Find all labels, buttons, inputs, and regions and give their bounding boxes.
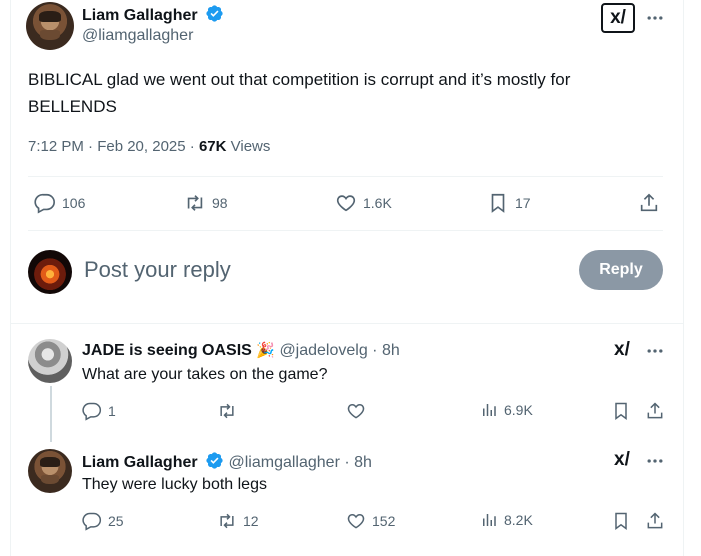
like-count: 152 <box>372 513 396 529</box>
emoji: 🎉 <box>256 342 275 359</box>
share-icon <box>640 193 658 212</box>
repost-icon <box>220 403 234 419</box>
reply-count: 106 <box>62 195 86 211</box>
reply-action[interactable]: 106 <box>34 192 85 214</box>
repost-count: 12 <box>243 513 259 529</box>
reply-author-handle[interactable]: @liamgallagher <box>229 454 340 471</box>
more-options-icon[interactable] <box>645 341 665 366</box>
current-user-avatar[interactable] <box>28 250 72 294</box>
reply-button[interactable]: Reply <box>579 250 663 290</box>
repost-icon <box>220 513 234 529</box>
reply-count: 1 <box>108 403 116 419</box>
heart-icon <box>347 403 365 419</box>
repost-action[interactable]: 98 <box>184 192 228 214</box>
tweet-text-line1: BIBLICAL glad we went out that competiti… <box>28 70 571 89</box>
views-label: Views <box>226 138 271 155</box>
reply-header: Liam Gallagher @liamgallagher · 8h <box>82 451 372 472</box>
column-left-border <box>10 0 11 556</box>
verified-badge-icon <box>206 5 223 22</box>
share-action[interactable] <box>645 401 665 426</box>
author-name-row: Liam Gallagher <box>82 4 224 25</box>
more-options-icon[interactable] <box>645 8 665 28</box>
views-count: 8.2K <box>504 512 533 528</box>
bookmark-icon <box>615 512 627 530</box>
like-action[interactable]: 152 <box>346 511 395 531</box>
share-icon <box>647 402 663 419</box>
views-count: 6.9K <box>504 402 533 418</box>
author-name[interactable]: Liam Gallagher <box>82 7 198 24</box>
analytics-icon <box>483 514 496 526</box>
views-action[interactable]: 6.9K <box>480 401 533 419</box>
section-divider <box>10 323 683 324</box>
heart-icon <box>347 513 365 529</box>
reply-icon <box>82 512 102 531</box>
share-action[interactable] <box>638 192 660 219</box>
reply-avatar[interactable] <box>28 449 72 493</box>
thread-line <box>50 386 52 442</box>
reply-time[interactable]: · 8h <box>368 342 400 359</box>
reply-icon <box>34 193 55 214</box>
reply-input[interactable]: Post your reply <box>84 257 231 283</box>
verified-badge-icon <box>206 452 223 469</box>
more-options-icon[interactable] <box>645 451 665 476</box>
reply-action[interactable]: 1 <box>82 401 116 421</box>
divider-actions <box>28 230 663 231</box>
bookmark-icon <box>615 402 627 420</box>
bookmark-action[interactable]: 17 <box>487 192 531 214</box>
views-action[interactable]: 8.2K <box>480 511 533 529</box>
author-handle[interactable]: @liamgallagher <box>82 27 193 45</box>
repost-action[interactable]: 12 <box>217 511 259 531</box>
grok-label: x/ <box>614 339 630 360</box>
tweet-text: BIBLICAL glad we went out that competiti… <box>28 66 688 120</box>
grok-label: x/ <box>610 7 626 28</box>
bookmark-action[interactable] <box>611 511 631 536</box>
timestamp[interactable]: 7:12 PM · Feb 20, 2025 · <box>28 138 199 155</box>
like-count: 1.6K <box>363 195 392 211</box>
bookmark-action[interactable] <box>611 401 631 426</box>
tweet-meta: 7:12 PM · Feb 20, 2025 · 67K Views <box>28 138 270 155</box>
reply-action[interactable]: 25 <box>82 511 124 531</box>
share-action[interactable] <box>645 511 665 536</box>
reply-count: 25 <box>108 513 124 529</box>
reply-author-name[interactable]: JADE is seeing OASIS <box>82 342 252 359</box>
reply-header: JADE is seeing OASIS 🎉 @jadelovelg · 8h <box>82 341 400 360</box>
grok-label: x/ <box>614 449 630 470</box>
bookmark-icon <box>491 193 505 213</box>
reply-author-name[interactable]: Liam Gallagher <box>82 454 198 471</box>
share-icon <box>647 512 663 529</box>
author-avatar[interactable] <box>26 2 74 50</box>
tweet-text-line2: BELLENDS <box>28 97 117 116</box>
reply-avatar[interactable] <box>28 339 72 383</box>
grok-icon[interactable]: x/ <box>614 339 630 361</box>
repost-count: 98 <box>212 195 228 211</box>
reply-time[interactable]: · 8h <box>340 454 372 471</box>
like-action[interactable]: 1.6K <box>335 192 392 214</box>
reply-author-handle[interactable]: @jadelovelg <box>279 342 367 359</box>
reply-text: They were lucky both legs <box>82 476 267 493</box>
like-action[interactable] <box>346 401 372 421</box>
repost-action[interactable] <box>217 401 243 421</box>
reply-text: What are your takes on the game? <box>82 366 328 383</box>
views-count: 67K <box>198 138 227 155</box>
analytics-icon <box>483 404 496 416</box>
grok-icon[interactable]: x/ <box>614 449 630 471</box>
heart-icon <box>336 195 356 212</box>
column-right-border <box>683 0 684 556</box>
reply-icon <box>82 402 102 421</box>
repost-icon <box>187 195 203 211</box>
divider-top <box>28 176 663 177</box>
grok-icon[interactable]: x/ <box>601 3 635 33</box>
bookmark-count: 17 <box>515 195 531 211</box>
